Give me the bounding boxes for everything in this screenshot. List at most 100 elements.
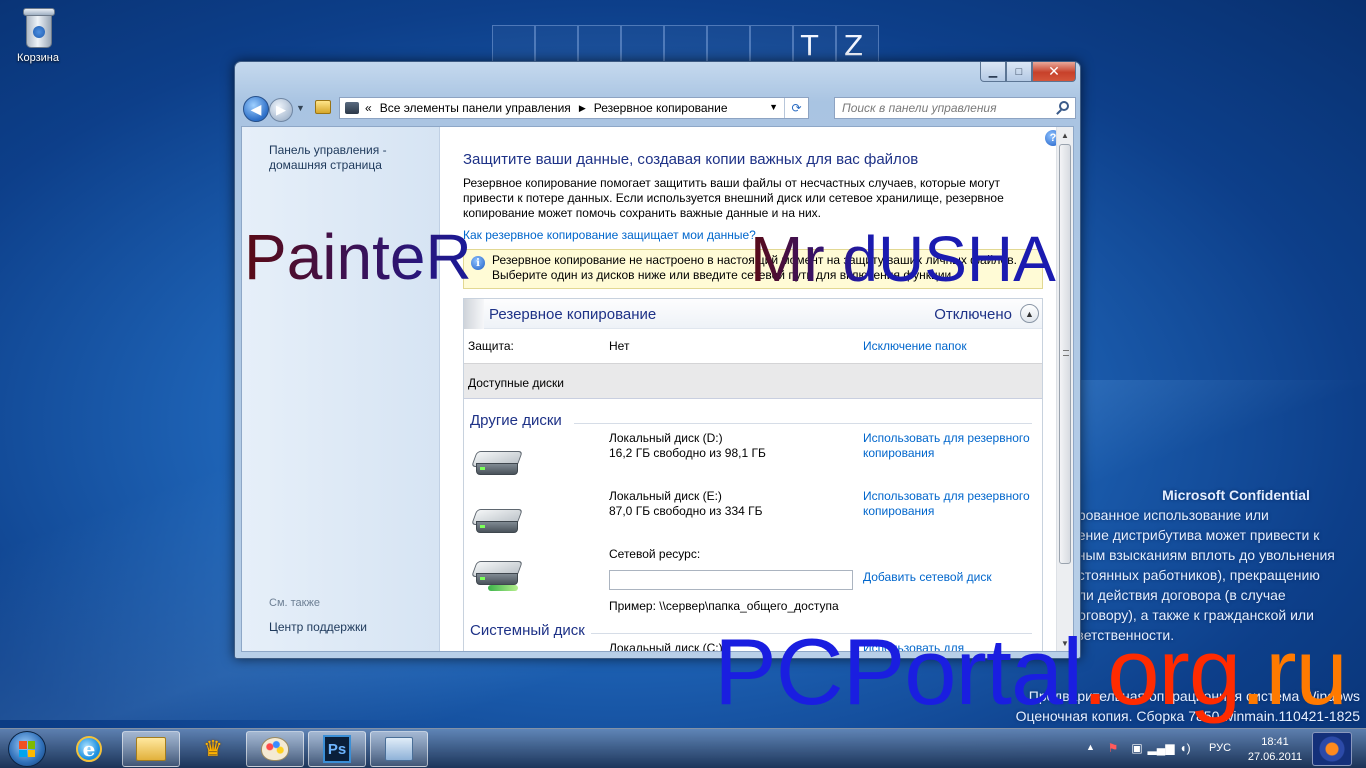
collapse-button[interactable]: ▲ bbox=[1020, 304, 1039, 323]
taskbar-crown-app[interactable]: ♛ bbox=[184, 731, 242, 767]
crown-icon: ♛ bbox=[203, 736, 223, 761]
breadcrumb-all-items[interactable]: Все элементы панели управления bbox=[380, 101, 571, 115]
main-pane: ? Защитите ваши данные, создавая копии в… bbox=[441, 127, 1061, 651]
system-disk-title: Системный диск bbox=[470, 622, 591, 639]
wallpaper-cell bbox=[750, 25, 793, 63]
wallpaper-letter-z: Z bbox=[844, 29, 864, 62]
disk-d-name: Локальный диск (D:) bbox=[609, 431, 723, 445]
wallpaper-cell bbox=[492, 25, 535, 63]
wallpaper-cell bbox=[535, 25, 578, 63]
confidential-heading: Microsoft Confidential bbox=[1162, 487, 1310, 503]
disk-e-info: Локальный диск (E:) 87,0 ГБ свободно из … bbox=[609, 489, 763, 519]
action-center-icon[interactable]: ⚑ bbox=[1106, 741, 1120, 755]
protection-label: Защита: bbox=[468, 339, 514, 353]
back-button[interactable]: ◀ bbox=[243, 96, 269, 122]
photoshop-icon: Ps bbox=[323, 735, 351, 763]
confidential-line: рным взысканиям вплоть до увольнения bbox=[1070, 547, 1335, 563]
folder-icon bbox=[136, 737, 166, 761]
address-chevron[interactable]: « bbox=[365, 101, 372, 115]
recycle-bin-icon bbox=[22, 6, 55, 48]
confidential-line: или действия договора (в случае bbox=[1070, 587, 1286, 603]
show-hidden-icons-button[interactable]: ▲ bbox=[1086, 742, 1095, 752]
window-content: Панель управления - домашняя страница См… bbox=[241, 126, 1074, 652]
minimize-button[interactable]: ▁ bbox=[980, 62, 1006, 82]
add-network-drive-link[interactable]: Добавить сетевой диск bbox=[863, 570, 1038, 585]
wallpaper-cell bbox=[707, 25, 750, 63]
disk-d-space: 16,2 ГБ свободно из 98,1 ГБ bbox=[609, 446, 766, 460]
taskbar-photoshop[interactable]: Ps bbox=[308, 731, 366, 767]
watermark-pcportal-part3: .ru bbox=[1240, 619, 1348, 724]
taskbar-paint[interactable] bbox=[246, 731, 304, 767]
maximize-button[interactable]: □ bbox=[1006, 62, 1032, 82]
network-resource-label: Сетевой ресурс: bbox=[609, 547, 701, 561]
support-center-link[interactable]: Центр поддержки bbox=[269, 620, 367, 634]
confidential-line: ированное использование или bbox=[1070, 507, 1269, 523]
taskbar-windows-explorer[interactable] bbox=[122, 731, 180, 767]
breadcrumb-separator-icon[interactable]: ▶ bbox=[579, 103, 586, 114]
control-panel-icon bbox=[345, 102, 359, 114]
search-icon[interactable] bbox=[1059, 101, 1069, 111]
control-panel-icon bbox=[385, 737, 413, 761]
recycle-bin-label: Корзина bbox=[17, 52, 59, 64]
taskbar-internet-explorer[interactable]: e bbox=[60, 731, 118, 767]
paint-palette-icon bbox=[261, 737, 289, 761]
address-bar[interactable]: « Все элементы панели управления ▶ Резер… bbox=[339, 97, 809, 119]
search-placeholder: Поиск в панели управления bbox=[842, 101, 997, 115]
watermark-pcportal-part2: .org bbox=[1082, 619, 1241, 724]
vertical-scrollbar[interactable]: ▲ ▼ bbox=[1056, 127, 1073, 651]
network-signal-icon[interactable]: ▂▄▆ bbox=[1148, 741, 1175, 755]
network-path-input[interactable] bbox=[609, 570, 853, 590]
watermark-mr-dusha: Mr dUSHA bbox=[750, 223, 1056, 295]
backup-panel: Резервное копирование Отключено ▲ Защита… bbox=[463, 298, 1043, 652]
wallpaper-letter-t: T bbox=[801, 29, 819, 62]
volume-icon[interactable]: ◖) bbox=[1178, 741, 1192, 755]
watermark-painter: PainteR bbox=[244, 221, 472, 293]
disk-c-name: Локальный диск (C:) bbox=[609, 641, 723, 652]
address-dropdown-icon[interactable]: ▼ bbox=[769, 102, 778, 112]
refresh-button[interactable]: ⟳ bbox=[784, 98, 808, 118]
show-desktop-button[interactable] bbox=[1312, 732, 1352, 766]
taskbar: e ♛ Ps ▲ ⚑ ▣ ▂▄▆ ◖) РУС 18:41 27.06.2011 bbox=[0, 728, 1366, 768]
internet-explorer-icon: e bbox=[76, 736, 102, 762]
clock[interactable]: 18:41 27.06.2011 bbox=[1240, 735, 1310, 765]
recent-pages-dropdown[interactable]: ▼ bbox=[296, 103, 305, 113]
recycle-bin-shortcut[interactable]: Корзина bbox=[8, 6, 68, 64]
navigation-bar: ◀ ▶ ▼ « Все элементы панели управления ▶… bbox=[241, 94, 1076, 124]
watermark-pcportal: PCPortal.org.ru bbox=[714, 618, 1348, 726]
clock-date: 27.06.2011 bbox=[1247, 751, 1303, 763]
exclude-folders-link[interactable]: Исключение папок bbox=[863, 339, 967, 353]
confidential-line: остоянных работников), прекращению bbox=[1070, 567, 1320, 583]
backup-window: ▁ □ ✕ ◀ ▶ ▼ « Все элементы панели управл… bbox=[234, 61, 1081, 659]
taskbar-control-panel[interactable] bbox=[370, 731, 428, 767]
folder-up-icon[interactable] bbox=[315, 100, 331, 114]
control-panel-home-link[interactable]: Панель управления - домашняя страница bbox=[269, 143, 419, 173]
disk-d-info: Локальный диск (D:) 16,2 ГБ свободно из … bbox=[609, 431, 766, 461]
use-disk-e-link[interactable]: Использовать для резервного копирования bbox=[863, 489, 1038, 519]
hard-disk-icon bbox=[471, 509, 523, 535]
language-indicator[interactable]: РУС bbox=[1209, 742, 1231, 754]
wallpaper-cell bbox=[621, 25, 664, 63]
breadcrumb-backup[interactable]: Резервное копирование bbox=[594, 101, 728, 115]
search-input[interactable]: Поиск в панели управления bbox=[834, 97, 1076, 119]
forward-button[interactable]: ▶ bbox=[269, 98, 293, 122]
how-backup-protects-link[interactable]: Как резервное копирование защищает мои д… bbox=[463, 228, 756, 242]
use-disk-d-link[interactable]: Использовать для резервного копирования bbox=[863, 431, 1038, 461]
network-example: Пример: \\сервер\папка_общего_доступа bbox=[609, 599, 839, 613]
network-drive-icon bbox=[471, 561, 523, 591]
wallpaper-cell bbox=[578, 25, 621, 63]
device-icon[interactable]: ▣ bbox=[1130, 741, 1144, 755]
other-disks-title: Другие диски bbox=[470, 412, 568, 429]
scroll-thumb[interactable] bbox=[1059, 144, 1071, 564]
backup-panel-title: Резервное копирование bbox=[489, 306, 657, 323]
scroll-up-button[interactable]: ▲ bbox=[1057, 127, 1073, 143]
available-disks-header: Доступные диски bbox=[464, 363, 1042, 399]
start-button[interactable] bbox=[8, 731, 46, 767]
disk-e-space: 87,0 ГБ свободно из 334 ГБ bbox=[609, 504, 763, 518]
wallpaper-cell bbox=[664, 25, 707, 63]
confidential-line: нение дистрибутива может привести к bbox=[1070, 527, 1320, 543]
intro-text: Резервное копирование помогает защитить … bbox=[463, 176, 1004, 220]
clock-time: 18:41 bbox=[1261, 736, 1289, 748]
watermark-pcportal-part1: PCPortal bbox=[714, 619, 1083, 724]
info-icon: i bbox=[471, 256, 485, 270]
close-button[interactable]: ✕ bbox=[1032, 62, 1076, 82]
